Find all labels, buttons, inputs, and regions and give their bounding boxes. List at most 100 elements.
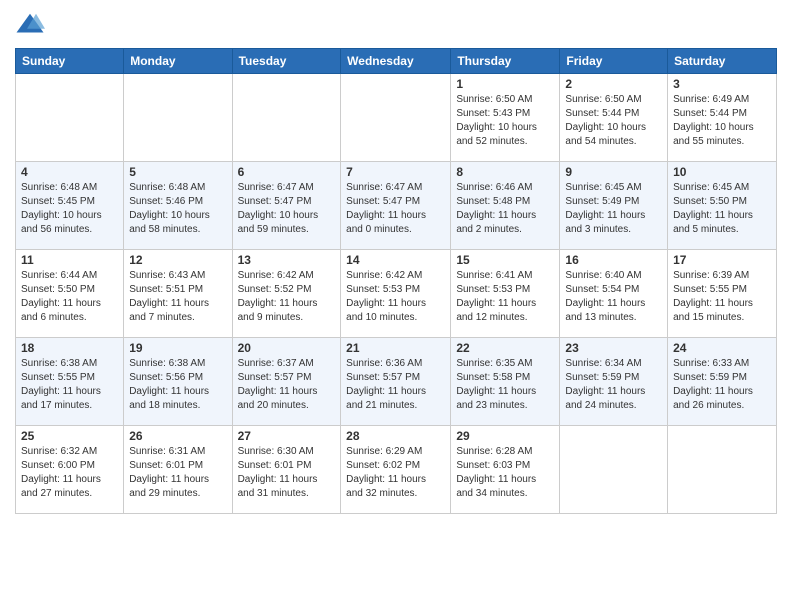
calendar-day-header: Tuesday: [232, 49, 341, 74]
day-number: 2: [565, 77, 662, 91]
calendar-day-header: Friday: [560, 49, 668, 74]
cell-content: Sunrise: 6:30 AM Sunset: 6:01 PM Dayligh…: [238, 445, 336, 501]
day-number: 15: [456, 253, 554, 267]
cell-content: Sunrise: 6:42 AM Sunset: 5:52 PM Dayligh…: [238, 269, 336, 325]
calendar-header-row: SundayMondayTuesdayWednesdayThursdayFrid…: [16, 49, 777, 74]
cell-content: Sunrise: 6:38 AM Sunset: 5:55 PM Dayligh…: [21, 357, 118, 413]
day-number: 7: [346, 165, 445, 179]
calendar-cell: 19 Sunrise: 6:38 AM Sunset: 5:56 PM Dayli…: [124, 338, 232, 426]
calendar-cell: [668, 426, 777, 514]
cell-content: Sunrise: 6:34 AM Sunset: 5:59 PM Dayligh…: [565, 357, 662, 413]
day-number: 24: [673, 341, 771, 355]
calendar-week-row: 11Sunrise: 6:44 AM Sunset: 5:50 PM Dayli…: [16, 250, 777, 338]
cell-content: Sunrise: 6:35 AM Sunset: 5:58 PM Dayligh…: [456, 357, 554, 413]
cell-content: Sunrise: 6:50 AM Sunset: 5:43 PM Dayligh…: [456, 93, 554, 149]
day-number: 13: [238, 253, 336, 267]
calendar-cell: 16 Sunrise: 6:40 AM Sunset: 5:54 PM Dayli…: [560, 250, 668, 338]
cell-content: Sunrise: 6:45 AM Sunset: 5:50 PM Dayligh…: [673, 181, 771, 237]
cell-content: Sunrise: 6:43 AM Sunset: 5:51 PM Dayligh…: [129, 269, 226, 325]
calendar-week-row: 18 Sunrise: 6:38 AM Sunset: 5:55 PM Dayli…: [16, 338, 777, 426]
day-number: 12: [129, 253, 226, 267]
calendar-cell: 6 Sunrise: 6:47 AM Sunset: 5:47 PM Daylig…: [232, 162, 341, 250]
cell-content: Sunrise: 6:40 AM Sunset: 5:54 PM Dayligh…: [565, 269, 662, 325]
logo: [15, 10, 49, 40]
day-number: 10: [673, 165, 771, 179]
cell-content: Sunrise: 6:36 AM Sunset: 5:57 PM Dayligh…: [346, 357, 445, 413]
calendar-day-header: Saturday: [668, 49, 777, 74]
cell-content: Sunrise: 6:42 AM Sunset: 5:53 PM Dayligh…: [346, 269, 445, 325]
cell-content: Sunrise: 6:37 AM Sunset: 5:57 PM Dayligh…: [238, 357, 336, 413]
calendar-cell: [341, 74, 451, 162]
day-number: 19: [129, 341, 226, 355]
day-number: 11: [21, 253, 118, 267]
calendar-cell: 18 Sunrise: 6:38 AM Sunset: 5:55 PM Dayli…: [16, 338, 124, 426]
calendar-cell: [16, 74, 124, 162]
cell-content: Sunrise: 6:31 AM Sunset: 6:01 PM Dayligh…: [129, 445, 226, 501]
day-number: 27: [238, 429, 336, 443]
calendar-cell: [560, 426, 668, 514]
day-number: 20: [238, 341, 336, 355]
calendar-cell: 29 Sunrise: 6:28 AM Sunset: 6:03 PM Dayli…: [451, 426, 560, 514]
cell-content: Sunrise: 6:28 AM Sunset: 6:03 PM Dayligh…: [456, 445, 554, 501]
cell-content: Sunrise: 6:45 AM Sunset: 5:49 PM Dayligh…: [565, 181, 662, 237]
cell-content: Sunrise: 6:47 AM Sunset: 5:47 PM Dayligh…: [238, 181, 336, 237]
calendar-week-row: 1 Sunrise: 6:50 AM Sunset: 5:43 PM Daylig…: [16, 74, 777, 162]
calendar-day-header: Thursday: [451, 49, 560, 74]
calendar-cell: 8Sunrise: 6:46 AM Sunset: 5:48 PM Daylig…: [451, 162, 560, 250]
calendar-cell: 22 Sunrise: 6:35 AM Sunset: 5:58 PM Dayli…: [451, 338, 560, 426]
calendar-cell: 14Sunrise: 6:42 AM Sunset: 5:53 PM Dayli…: [341, 250, 451, 338]
logo-icon: [15, 10, 45, 40]
calendar-cell: 17 Sunrise: 6:39 AM Sunset: 5:55 PM Dayli…: [668, 250, 777, 338]
day-number: 23: [565, 341, 662, 355]
day-number: 5: [129, 165, 226, 179]
day-number: 9: [565, 165, 662, 179]
calendar-cell: [124, 74, 232, 162]
calendar-cell: 2 Sunrise: 6:50 AM Sunset: 5:44 PM Daylig…: [560, 74, 668, 162]
day-number: 21: [346, 341, 445, 355]
cell-content: Sunrise: 6:38 AM Sunset: 5:56 PM Dayligh…: [129, 357, 226, 413]
cell-content: Sunrise: 6:49 AM Sunset: 5:44 PM Dayligh…: [673, 93, 771, 149]
calendar-cell: [232, 74, 341, 162]
calendar-table: SundayMondayTuesdayWednesdayThursdayFrid…: [15, 48, 777, 514]
calendar-cell: 26Sunrise: 6:31 AM Sunset: 6:01 PM Dayli…: [124, 426, 232, 514]
calendar-cell: 5 Sunrise: 6:48 AM Sunset: 5:46 PM Daylig…: [124, 162, 232, 250]
cell-content: Sunrise: 6:48 AM Sunset: 5:46 PM Dayligh…: [129, 181, 226, 237]
day-number: 25: [21, 429, 118, 443]
day-number: 28: [346, 429, 445, 443]
cell-content: Sunrise: 6:33 AM Sunset: 5:59 PM Dayligh…: [673, 357, 771, 413]
day-number: 17: [673, 253, 771, 267]
calendar-cell: 15 Sunrise: 6:41 AM Sunset: 5:53 PM Dayli…: [451, 250, 560, 338]
cell-content: Sunrise: 6:39 AM Sunset: 5:55 PM Dayligh…: [673, 269, 771, 325]
day-number: 3: [673, 77, 771, 91]
day-number: 16: [565, 253, 662, 267]
calendar-cell: 28 Sunrise: 6:29 AM Sunset: 6:02 PM Dayli…: [341, 426, 451, 514]
calendar-day-header: Sunday: [16, 49, 124, 74]
day-number: 18: [21, 341, 118, 355]
cell-content: Sunrise: 6:32 AM Sunset: 6:00 PM Dayligh…: [21, 445, 118, 501]
calendar-cell: 3 Sunrise: 6:49 AM Sunset: 5:44 PM Daylig…: [668, 74, 777, 162]
calendar-cell: 11Sunrise: 6:44 AM Sunset: 5:50 PM Dayli…: [16, 250, 124, 338]
cell-content: Sunrise: 6:50 AM Sunset: 5:44 PM Dayligh…: [565, 93, 662, 149]
page: SundayMondayTuesdayWednesdayThursdayFrid…: [0, 0, 792, 612]
day-number: 29: [456, 429, 554, 443]
calendar-cell: 20 Sunrise: 6:37 AM Sunset: 5:57 PM Dayli…: [232, 338, 341, 426]
calendar-day-header: Monday: [124, 49, 232, 74]
cell-content: Sunrise: 6:41 AM Sunset: 5:53 PM Dayligh…: [456, 269, 554, 325]
cell-content: Sunrise: 6:29 AM Sunset: 6:02 PM Dayligh…: [346, 445, 445, 501]
day-number: 22: [456, 341, 554, 355]
day-number: 6: [238, 165, 336, 179]
calendar-cell: 21 Sunrise: 6:36 AM Sunset: 5:57 PM Dayli…: [341, 338, 451, 426]
calendar-cell: 12 Sunrise: 6:43 AM Sunset: 5:51 PM Dayli…: [124, 250, 232, 338]
calendar-cell: 1 Sunrise: 6:50 AM Sunset: 5:43 PM Daylig…: [451, 74, 560, 162]
calendar-cell: 10 Sunrise: 6:45 AM Sunset: 5:50 PM Dayli…: [668, 162, 777, 250]
day-number: 1: [456, 77, 554, 91]
calendar-cell: 25 Sunrise: 6:32 AM Sunset: 6:00 PM Dayli…: [16, 426, 124, 514]
calendar-cell: 4Sunrise: 6:48 AM Sunset: 5:45 PM Daylig…: [16, 162, 124, 250]
calendar-cell: 24 Sunrise: 6:33 AM Sunset: 5:59 PM Dayli…: [668, 338, 777, 426]
calendar-week-row: 25 Sunrise: 6:32 AM Sunset: 6:00 PM Dayli…: [16, 426, 777, 514]
calendar-cell: 7Sunrise: 6:47 AM Sunset: 5:47 PM Daylig…: [341, 162, 451, 250]
cell-content: Sunrise: 6:48 AM Sunset: 5:45 PM Dayligh…: [21, 181, 118, 237]
calendar-cell: 13 Sunrise: 6:42 AM Sunset: 5:52 PM Dayli…: [232, 250, 341, 338]
calendar-cell: 27 Sunrise: 6:30 AM Sunset: 6:01 PM Dayli…: [232, 426, 341, 514]
day-number: 8: [456, 165, 554, 179]
